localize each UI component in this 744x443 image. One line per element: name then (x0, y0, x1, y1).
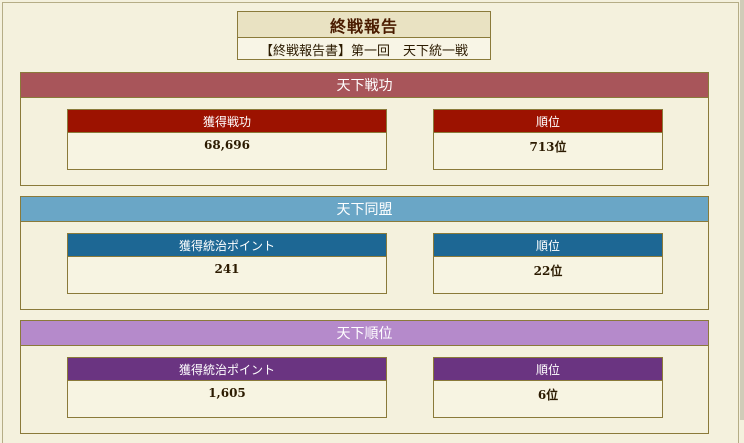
score-card-label: 獲得統治ポイント (68, 358, 386, 381)
score-card-value: 1,605 (208, 386, 246, 400)
rank-card-label: 順位 (434, 358, 662, 381)
score-card: 獲得統治ポイント 1,605 (67, 357, 387, 418)
report-title-box: 終戦報告 【終戦報告書】第一回 天下統一戦 (237, 11, 491, 60)
rank-card-value: 22位 (533, 264, 563, 278)
score-card: 獲得戦功 68,696 (67, 109, 387, 170)
section-tenka-doumei: 天下同盟 獲得統治ポイント 241 順位 22位 (20, 196, 709, 310)
score-card: 獲得統治ポイント 241 (67, 233, 387, 294)
score-card-label: 獲得戦功 (68, 110, 386, 133)
score-card-value: 241 (214, 262, 240, 276)
rank-card: 順位 713位 (433, 109, 663, 170)
window-scroll-edge[interactable] (740, 0, 744, 420)
score-card-value: 68,696 (204, 138, 250, 152)
section-tenka-juni: 天下順位 獲得統治ポイント 1,605 順位 6位 (20, 320, 709, 434)
rank-card-value: 713位 (529, 140, 567, 154)
rank-card-label: 順位 (434, 234, 662, 257)
section-heading: 天下順位 (21, 321, 708, 346)
score-card-label: 獲得統治ポイント (68, 234, 386, 257)
section-tenka-senkou: 天下戦功 獲得戦功 68,696 順位 713位 (20, 72, 709, 186)
page-subtitle: 【終戦報告書】第一回 天下統一戦 (259, 44, 468, 59)
rank-card: 順位 22位 (433, 233, 663, 294)
page-title: 終戦報告 (238, 12, 490, 38)
rank-card-value: 6位 (537, 388, 559, 402)
rank-card-label: 順位 (434, 110, 662, 133)
rank-card: 順位 6位 (433, 357, 663, 418)
section-heading: 天下同盟 (21, 197, 708, 222)
section-heading: 天下戦功 (21, 73, 708, 98)
